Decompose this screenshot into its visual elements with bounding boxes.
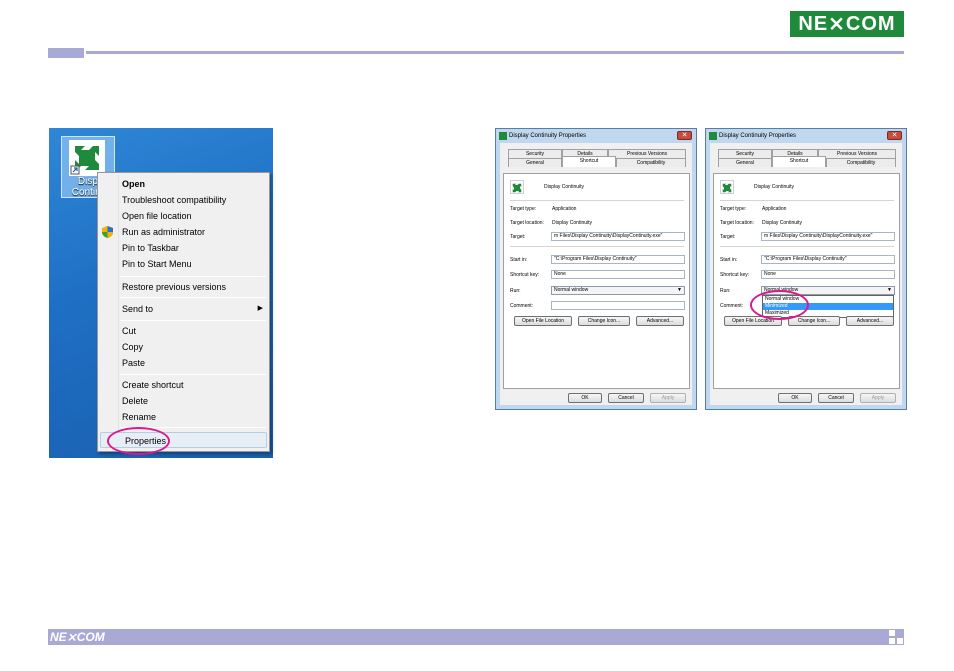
shortcut-panel: Display Continuity Target type: Applicat… [713, 173, 900, 389]
advanced-button[interactable]: Advanced... [846, 316, 894, 326]
display-continuity-icon [510, 180, 524, 194]
tab-compatibility[interactable]: Compatibility [826, 158, 896, 167]
target-type-label: Target type: [720, 206, 747, 212]
shield-icon [102, 226, 113, 238]
display-continuity-icon [720, 180, 734, 194]
header-line [86, 51, 904, 54]
divider [510, 246, 684, 247]
run-select[interactable]: Normal window ▼ [551, 286, 685, 295]
header-tab [48, 48, 84, 58]
tab-shortcut[interactable]: Shortcut [772, 156, 826, 167]
submenu-arrow-icon: ▶ [257, 305, 263, 312]
footer-band [48, 629, 904, 645]
dialog-title: Display Continuity Properties [509, 133, 587, 139]
start-in-field[interactable]: "C:\Program Files\Display Continuity" [551, 255, 685, 264]
footer-decoration [889, 638, 895, 644]
cancel-button[interactable]: Cancel [818, 393, 854, 403]
start-in-label: Start in: [510, 257, 528, 263]
tab-general[interactable]: General [508, 158, 562, 167]
highlight-circle [107, 427, 170, 455]
app-name: Display Continuity [754, 184, 795, 190]
footer-logo: NE⨯COM [50, 630, 105, 644]
dialog-title: Display Continuity Properties [719, 133, 797, 139]
menu-item-restore-versions[interactable]: Restore previous versions [98, 279, 269, 295]
menu-item-copy[interactable]: Copy [98, 339, 269, 355]
close-button[interactable]: ✕ [677, 131, 692, 140]
shortcut-panel: Display Continuity Target type: Applicat… [503, 173, 690, 389]
shortcut-key-label: Shortcut key: [720, 272, 750, 278]
tab-general[interactable]: General [718, 158, 772, 167]
run-label: Run: [720, 288, 731, 294]
properties-dialog-2: Display Continuity Properties ✕ Security… [705, 128, 907, 410]
ok-button[interactable]: OK [568, 393, 602, 403]
tab-security[interactable]: Security [718, 149, 772, 158]
display-continuity-icon[interactable] [69, 140, 105, 176]
menu-item-send-to[interactable]: Send to ▶ [98, 301, 269, 317]
target-label: Target: [510, 234, 526, 240]
menu-item-pin-taskbar[interactable]: Pin to Taskbar [98, 240, 269, 256]
target-type-value: Application [762, 206, 787, 212]
target-location-value: Display Continuity [552, 220, 593, 226]
target-location-label: Target location: [720, 220, 754, 226]
start-in-field[interactable]: "C:\Program Files\Display Continuity" [761, 255, 895, 264]
page: NE⨯COM Displ Continu Open Troubleshoot co… [0, 0, 954, 671]
app-name: Display Continuity [544, 184, 585, 190]
target-location-value: Display Continuity [762, 220, 803, 226]
menu-separator [120, 297, 266, 298]
start-in-label: Start in: [720, 257, 738, 263]
menu-item-open[interactable]: Open [98, 176, 269, 192]
tab-previous-versions[interactable]: Previous Versions [608, 149, 686, 158]
tab-security[interactable]: Security [508, 149, 562, 158]
target-field[interactable]: m Files\Display Continuity\DisplayContin… [551, 232, 685, 241]
target-location-label: Target location: [510, 220, 544, 226]
menu-item-open-file-location[interactable]: Open file location [98, 208, 269, 224]
tab-previous-versions[interactable]: Previous Versions [818, 149, 896, 158]
target-field[interactable]: m Files\Display Continuity\DisplayContin… [761, 232, 895, 241]
ok-button[interactable]: OK [778, 393, 812, 403]
target-type-label: Target type: [510, 206, 537, 212]
nexcom-logo: NE⨯COM [790, 11, 904, 37]
highlight-circle [750, 290, 809, 320]
divider [720, 200, 894, 201]
footer-decoration [889, 630, 895, 636]
target-type-value: Application [552, 206, 577, 212]
target-label: Target: [720, 234, 736, 240]
shortcut-key-field[interactable]: None [761, 270, 895, 279]
menu-item-rename[interactable]: Rename [98, 409, 269, 425]
comment-field[interactable] [551, 301, 685, 310]
advanced-button[interactable]: Advanced... [636, 316, 684, 326]
change-icon-button[interactable]: Change Icon... [578, 316, 630, 326]
comment-label: Comment: [510, 303, 534, 309]
menu-separator [120, 276, 266, 277]
menu-item-troubleshoot[interactable]: Troubleshoot compatibility [98, 192, 269, 208]
tab-compatibility[interactable]: Compatibility [616, 158, 686, 167]
menu-item-create-shortcut[interactable]: Create shortcut [98, 377, 269, 393]
context-menu: Open Troubleshoot compatibility Open fil… [97, 172, 270, 452]
menu-item-cut[interactable]: Cut [98, 323, 269, 339]
menu-item-delete[interactable]: Delete [98, 393, 269, 409]
chevron-down-icon: ▼ [677, 287, 682, 293]
divider [720, 246, 894, 247]
footer-decoration [897, 638, 903, 644]
shortcut-key-field[interactable]: None [551, 270, 685, 279]
properties-dialog-1: Display Continuity Properties ✕ Security… [495, 128, 697, 410]
chevron-down-icon: ▼ [887, 287, 892, 293]
divider [510, 200, 684, 201]
menu-separator [120, 320, 266, 321]
cancel-button[interactable]: Cancel [608, 393, 644, 403]
menu-item-pin-start[interactable]: Pin to Start Menu [98, 256, 269, 272]
menu-item-paste[interactable]: Paste [98, 355, 269, 371]
menu-separator [120, 374, 266, 375]
shortcut-key-label: Shortcut key: [510, 272, 540, 278]
comment-label: Comment: [720, 303, 744, 309]
apply-button[interactable]: Apply [860, 393, 896, 403]
run-label: Run: [510, 288, 521, 294]
menu-item-run-as-admin[interactable]: Run as administrator [98, 224, 269, 240]
apply-button[interactable]: Apply [650, 393, 686, 403]
tab-shortcut[interactable]: Shortcut [562, 156, 616, 167]
close-button[interactable]: ✕ [887, 131, 902, 140]
open-file-location-button[interactable]: Open File Location [514, 316, 572, 326]
